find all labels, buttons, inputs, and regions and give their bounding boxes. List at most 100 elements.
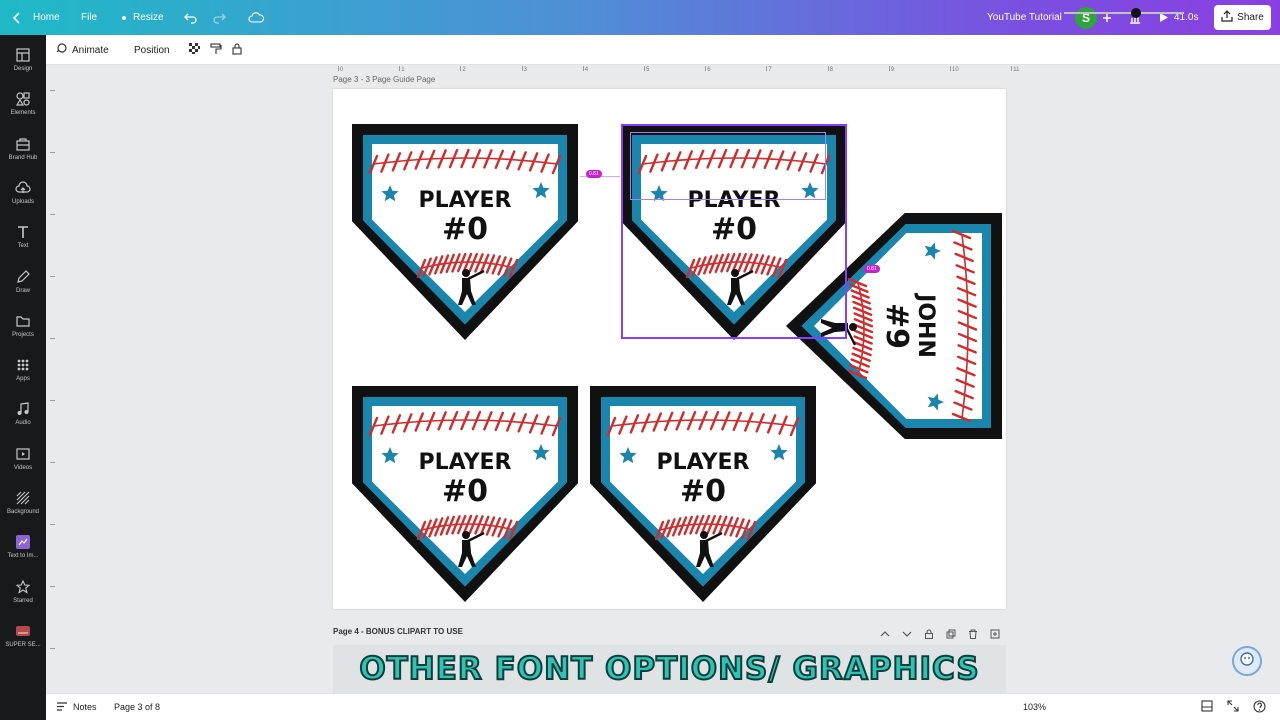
rail-item-brand-hub[interactable]: Brand Hub xyxy=(0,132,46,172)
plate-name-text[interactable]: PLAYER xyxy=(419,188,512,213)
rail-item-audio[interactable]: Audio xyxy=(0,397,46,437)
transparency-button[interactable] xyxy=(189,35,200,65)
account[interactable]: S xyxy=(1075,0,1112,35)
rail-item-background[interactable]: Background xyxy=(0,486,46,526)
rail-item-design[interactable]: Design xyxy=(0,43,46,83)
home-label: Home xyxy=(33,12,60,23)
animate-button[interactable]: Animate xyxy=(56,35,109,65)
expand-icon xyxy=(1227,700,1239,714)
resize-label: Resize xyxy=(133,12,164,23)
rail-item-label: Brand Hub xyxy=(8,154,38,161)
app-thumbnail-icon xyxy=(15,619,31,639)
checkerboard-icon xyxy=(189,43,200,57)
ruler-tick xyxy=(50,586,55,587)
fullscreen-button[interactable] xyxy=(1227,694,1239,720)
zoom-slider-handle[interactable] xyxy=(1131,8,1141,18)
ruler-tick xyxy=(399,66,401,71)
upload-icon xyxy=(1221,10,1233,25)
add-page-icon[interactable] xyxy=(990,626,1000,644)
folder-icon xyxy=(15,309,31,329)
animate-icon xyxy=(56,43,67,57)
ruler-tick xyxy=(50,214,55,215)
duplicate-page-icon[interactable] xyxy=(946,626,956,644)
page-indicator[interactable]: Page 3 of 8 xyxy=(114,694,160,720)
chevron-up-icon[interactable] xyxy=(880,626,890,644)
copy-style-button[interactable] xyxy=(210,35,222,65)
redo-button[interactable] xyxy=(212,0,226,35)
zoom-percentage[interactable]: 103% xyxy=(1023,694,1046,720)
rail-item-uploads[interactable]: Uploads xyxy=(0,176,46,216)
document-title[interactable]: YouTube Tutorial xyxy=(987,0,1062,35)
zoom-slider-track[interactable] xyxy=(1064,12,1184,14)
undo-button[interactable] xyxy=(184,0,198,35)
context-toolbar: Animate Position xyxy=(46,35,1280,65)
rail-item-label: Starred xyxy=(13,597,33,604)
cloud-upload-icon xyxy=(15,176,31,196)
plate-name-text[interactable]: JOHN xyxy=(913,292,938,358)
trash-icon[interactable] xyxy=(968,626,978,644)
rail-item-starred[interactable]: Starred xyxy=(0,575,46,615)
notes-label: Notes xyxy=(73,702,97,712)
rail-item-apps[interactable]: Apps xyxy=(0,353,46,393)
plate-number-text[interactable]: #0 xyxy=(711,212,757,247)
home-plate-graphic[interactable]: PLAYER#0 xyxy=(352,386,578,602)
save-status[interactable] xyxy=(248,0,264,35)
ruler-number: 1 xyxy=(401,67,405,73)
rail-item-label: Audio xyxy=(15,420,31,427)
magic-image-icon xyxy=(15,530,31,550)
ruler-tick xyxy=(705,66,707,71)
home-plate-graphic[interactable]: PLAYER#0 xyxy=(352,124,578,340)
ruler-tick xyxy=(582,66,584,71)
pen-icon xyxy=(15,265,31,285)
assistant-bubble[interactable] xyxy=(1232,646,1262,676)
position-button[interactable]: Position xyxy=(134,35,170,65)
rail-item-projects[interactable]: Projects xyxy=(0,309,46,349)
resize-button[interactable]: Resize xyxy=(120,0,164,35)
paint-roller-icon xyxy=(210,42,222,58)
spacing-tag: 0.81 xyxy=(864,265,880,273)
plate-number-text[interactable]: #0 xyxy=(442,474,488,509)
plate-number-text[interactable]: #0 xyxy=(680,474,726,509)
ruler-number: 6 xyxy=(707,67,711,73)
ruler-tick xyxy=(460,66,462,71)
video-icon xyxy=(15,442,31,462)
chevron-down-icon[interactable] xyxy=(902,626,912,644)
brand-icon xyxy=(15,132,31,152)
rail-item-draw[interactable]: Draw xyxy=(0,265,46,305)
ruler-tick xyxy=(50,462,55,463)
plate-name-text[interactable]: PLAYER xyxy=(688,188,781,213)
help-button[interactable] xyxy=(1253,694,1266,720)
undo-icon xyxy=(184,12,198,24)
ruler-tick xyxy=(888,66,890,71)
avatar[interactable]: S xyxy=(1075,6,1097,29)
rail-item-label: Draw xyxy=(15,287,30,294)
top-bar: Home File Resize YouTube Tutorial S 41.0… xyxy=(0,0,1280,35)
grid-icon xyxy=(15,353,31,373)
plate-number-text[interactable]: #0 xyxy=(442,212,488,247)
rail-item-label: Text xyxy=(17,243,29,250)
rail-item-label: Uploads xyxy=(11,198,34,205)
share-button[interactable]: Share xyxy=(1214,5,1271,30)
rail-item-videos[interactable]: Videos xyxy=(0,442,46,482)
plate-name-text[interactable]: PLAYER xyxy=(419,450,512,475)
present-button[interactable]: 41.0s xyxy=(1159,0,1198,35)
canvas-page-3[interactable]: PLAYER #0 PLAYER #0 PLAYER #0 PLAYER #0 JOHN #9 xyxy=(333,89,1006,609)
plus-icon[interactable] xyxy=(1102,13,1112,23)
lock-icon[interactable] xyxy=(924,626,934,644)
plate-name-text[interactable]: PLAYER xyxy=(657,450,750,475)
notes-button[interactable]: Notes xyxy=(56,694,97,720)
rail-item-text-to-im[interactable]: Text to Im... xyxy=(0,530,46,570)
grid-view-button[interactable] xyxy=(1201,694,1213,720)
rail-item-elements[interactable]: Elements xyxy=(0,87,46,127)
ruler-tick xyxy=(1011,66,1013,71)
plate-number-text[interactable]: #9 xyxy=(879,303,914,349)
lock-button[interactable] xyxy=(232,35,242,65)
canvas-page-4[interactable]: OTHER FONT OPTIONS/ GRAPHICS xyxy=(333,645,1006,693)
rail-item-super-se[interactable]: SUPER SE... xyxy=(0,619,46,659)
rail-item-text[interactable]: Text xyxy=(0,220,46,260)
text-icon xyxy=(15,220,31,240)
file-menu[interactable]: File xyxy=(81,0,97,35)
ruler-number: 3 xyxy=(523,67,527,73)
home-button[interactable]: Home xyxy=(12,0,60,35)
home-plate-graphic[interactable]: PLAYER#0 xyxy=(590,386,816,602)
